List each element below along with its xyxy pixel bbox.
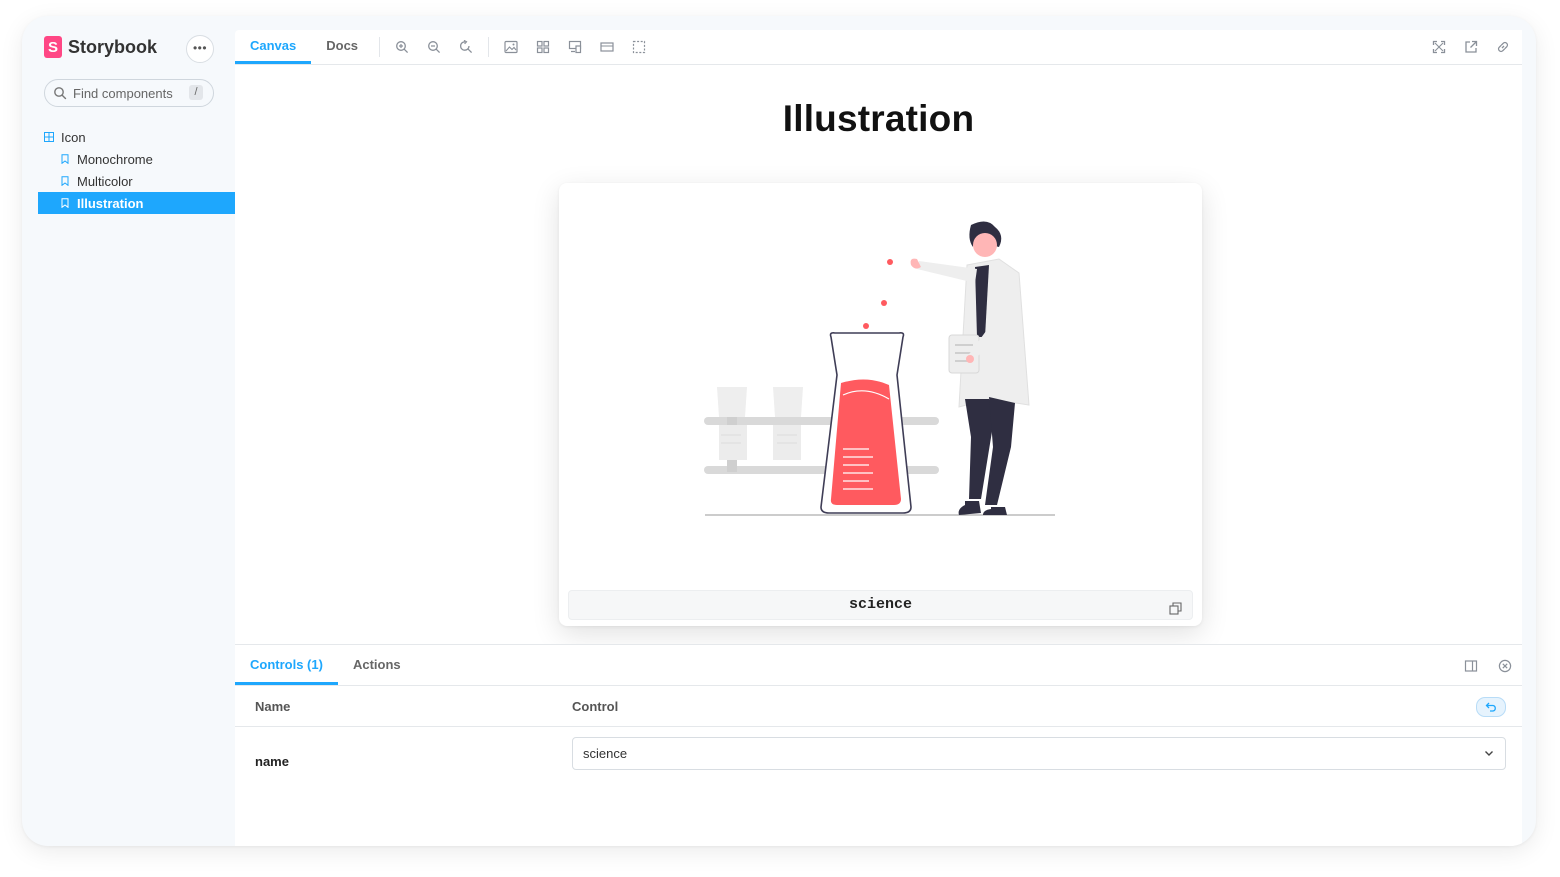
story-title: Illustration: [782, 98, 975, 139]
tab-controls[interactable]: Controls (1): [235, 645, 338, 685]
bookmark-icon: [60, 154, 70, 164]
column-header-control: Control: [572, 699, 619, 714]
main-area: Canvas Docs Illustration science Control…: [235, 30, 1522, 846]
tree-item-multicolor[interactable]: Multicolor: [38, 170, 235, 192]
zoom-reset-icon[interactable]: [457, 38, 475, 56]
storybook-window: S Storybook ••• Find components / Icon M…: [22, 16, 1536, 846]
tree-item-label: Monochrome: [77, 151, 153, 167]
zoom-out-icon[interactable]: [425, 38, 443, 56]
grid-icon[interactable]: [534, 38, 552, 56]
icon-name-label: science: [568, 590, 1193, 620]
background-icon[interactable]: [502, 38, 520, 56]
reset-controls-button[interactable]: [1476, 697, 1506, 717]
toolbar: Canvas Docs: [235, 30, 1522, 65]
search-placeholder: Find components: [73, 85, 173, 101]
search-input[interactable]: Find components /: [44, 79, 214, 107]
tab-actions[interactable]: Actions: [338, 645, 416, 685]
zoom-in-icon[interactable]: [393, 38, 411, 56]
control-row-name: name: [255, 754, 289, 769]
copy-icon[interactable]: [1169, 598, 1182, 615]
tree-item-illustration[interactable]: Illustration: [38, 192, 235, 214]
measure-icon[interactable]: [598, 38, 616, 56]
science-illustration: [704, 221, 1055, 516]
chevron-down-icon: [1483, 747, 1495, 759]
tree-item-label: Multicolor: [77, 173, 133, 189]
brand-name: Storybook: [68, 36, 158, 57]
tree-item-icon[interactable]: Icon: [38, 126, 235, 148]
tab-canvas[interactable]: Canvas: [235, 30, 312, 64]
sidebar: S Storybook ••• Find components / Icon M…: [22, 16, 235, 846]
toolbar-divider: [379, 37, 381, 57]
column-header-name: Name: [255, 699, 291, 714]
viewport-icon[interactable]: [566, 38, 584, 56]
brand[interactable]: S Storybook: [44, 36, 157, 58]
addons-panel: Controls (1) Actions Name Control name s…: [235, 644, 1522, 846]
select-value: science: [583, 746, 628, 761]
panel-actions: [1462, 657, 1514, 675]
controls-table-header: Name Control: [235, 686, 1522, 727]
component-tree: Icon Monochrome Multicolor Illustration: [38, 126, 235, 214]
tree-item-label: Illustration: [77, 195, 144, 211]
name-control-select[interactable]: science: [572, 737, 1506, 770]
outline-icon[interactable]: [630, 38, 648, 56]
bookmark-icon: [60, 176, 70, 186]
settings-menu-button[interactable]: •••: [186, 35, 214, 63]
icon-name-text: science: [848, 596, 912, 613]
toolbar-right: [1430, 38, 1512, 56]
undo-icon: [1485, 702, 1496, 712]
bookmark-icon: [60, 198, 70, 208]
toolbar-divider: [488, 37, 490, 57]
copy-link-icon[interactable]: [1494, 38, 1512, 56]
search-shortcut-key: /: [189, 85, 203, 100]
tree-item-monochrome[interactable]: Monochrome: [38, 148, 235, 170]
icon-preview-card: science: [559, 183, 1202, 626]
storybook-logo-icon: S: [44, 36, 62, 58]
component-icon: [44, 132, 54, 142]
tab-docs[interactable]: Docs: [311, 30, 373, 64]
search-icon: [53, 86, 67, 100]
fullscreen-icon[interactable]: [1430, 38, 1448, 56]
panel-orientation-icon[interactable]: [1462, 657, 1480, 675]
tree-item-label: Icon: [61, 129, 86, 145]
panel-tabs: Controls (1) Actions: [235, 645, 1522, 686]
close-panel-icon[interactable]: [1496, 657, 1514, 675]
open-new-tab-icon[interactable]: [1462, 38, 1480, 56]
